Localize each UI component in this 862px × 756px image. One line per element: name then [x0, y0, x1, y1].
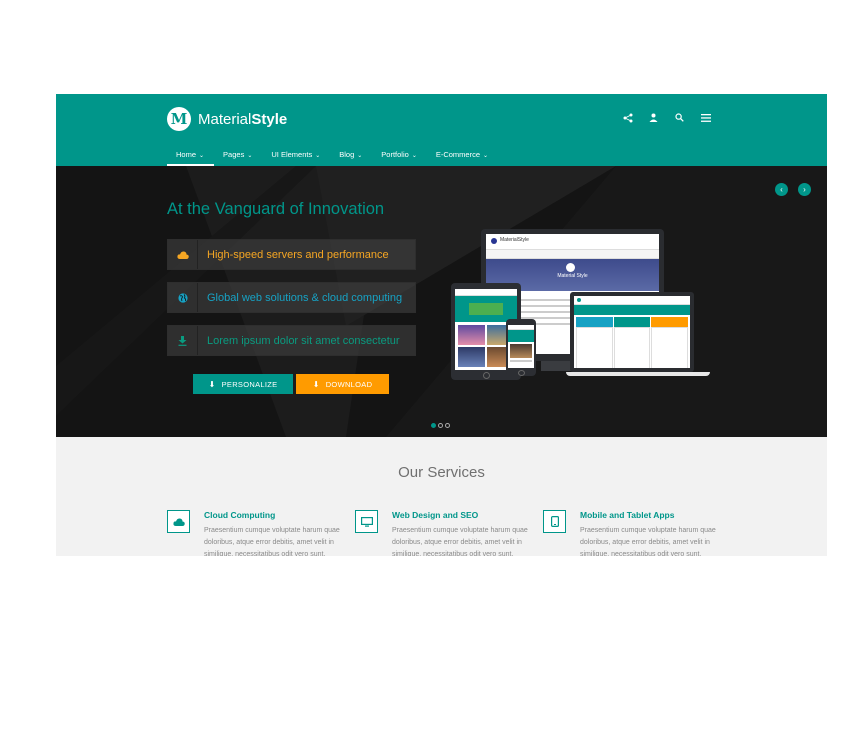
nav-item-home-label: Home [176, 150, 197, 159]
nav-item-blog-label: Blog [339, 150, 355, 159]
top-header: M MaterialStyle Home ⌄ Pages ⌄ UI Elements… [56, 94, 827, 166]
nav-item-portfolio[interactable]: Portfolio ⌄ [372, 146, 427, 164]
logo-badge: M [167, 107, 191, 131]
chevron-down-icon: ⌄ [483, 153, 489, 159]
slider-dots [431, 423, 450, 428]
download-icon [168, 326, 198, 355]
phone-mockup [506, 319, 536, 376]
services-title: Our Services [398, 464, 485, 481]
chevron-down-icon: ⌄ [199, 153, 205, 159]
personalize-button[interactable]: ⬇ PERSONALIZE [193, 374, 293, 394]
feature-lorem: Lorem ipsum dolor sit amet consectetur [167, 325, 416, 356]
logo[interactable]: M MaterialStyle [167, 107, 287, 131]
mock-hero-title: Material Style [557, 273, 588, 279]
feature-lorem-text: Lorem ipsum dolor sit amet consectetur [207, 334, 400, 347]
user-icon[interactable] [647, 111, 660, 124]
mock-brand: MaterialStyle [500, 237, 529, 243]
feature-global: Global web solutions & cloud computing [167, 282, 416, 313]
logo-text-bold: Style [251, 110, 288, 128]
logo-text: MaterialStyle [198, 111, 287, 128]
service-title[interactable]: Web Design and SEO [392, 510, 478, 520]
service-text: Praesentium cumque voluptate harum quae … [392, 527, 528, 556]
nav-item-blog[interactable]: Blog ⌄ [330, 146, 372, 164]
download-icon: ⬇ [208, 379, 216, 389]
nav-item-home[interactable]: Home ⌄ [167, 146, 215, 166]
slider-dot-3[interactable] [445, 423, 450, 428]
menu-icon[interactable] [699, 111, 712, 124]
header-icons [621, 111, 712, 124]
download-button[interactable]: ⬇ DOWNLOAD [296, 374, 389, 394]
nav-item-e-commerce-label: E-Commerce [435, 150, 481, 159]
chevron-down-icon: ⌄ [247, 153, 253, 159]
hero-slider: At the Vanguard of Innovation High-speed… [56, 166, 827, 437]
feature-servers: High-speed servers and performance [167, 239, 416, 270]
slider-dot-1[interactable] [431, 423, 436, 428]
download-icon: ⬇ [312, 379, 320, 389]
search-icon[interactable] [673, 111, 686, 124]
chevron-down-icon: ⌄ [315, 153, 321, 159]
nav-item-portfolio-label: Portfolio [381, 150, 409, 159]
nav-item-ui-elements[interactable]: UI Elements ⌄ [262, 146, 330, 164]
slider-next-button[interactable]: › [798, 183, 811, 196]
slider-prev-button[interactable]: ‹ [775, 183, 788, 196]
nav-item-pages[interactable]: Pages ⌄ [214, 146, 262, 164]
laptop-mockup [566, 292, 710, 378]
chevron-down-icon: ⌄ [357, 153, 363, 159]
hero-title: At the Vanguard of Innovation [167, 200, 385, 218]
service-title[interactable]: Mobile and Tablet Apps [580, 510, 674, 520]
nav-item-ui-elements-label: UI Elements [271, 150, 313, 159]
main-nav: Home ⌄ Pages ⌄ UI Elements ⌄ Blog ⌄ Portfoli… [167, 146, 498, 166]
feature-global-text: Global web solutions & cloud computing [207, 291, 403, 304]
cloud-icon [168, 240, 198, 269]
chevron-left-icon: ‹ [780, 185, 783, 194]
chevron-right-icon: › [803, 185, 806, 194]
feature-servers-text: High-speed servers and performance [207, 248, 389, 261]
cloud-icon [167, 510, 190, 533]
nav-item-e-commerce[interactable]: E-Commerce ⌄ [427, 146, 498, 164]
download-button-label: DOWNLOAD [325, 379, 373, 389]
chevron-down-icon: ⌄ [411, 153, 417, 159]
service-text: Praesentium cumque voluptate harum quae … [580, 527, 716, 556]
globe-icon [168, 283, 198, 312]
nav-item-pages-label: Pages [223, 150, 245, 159]
monitor-icon [355, 510, 378, 533]
website-screenshot: M MaterialStyle Home ⌄ Pages ⌄ UI Elements… [56, 94, 827, 556]
personalize-button-label: PERSONALIZE [221, 379, 278, 389]
service-title[interactable]: Cloud Computing [204, 510, 275, 520]
logo-text-light: Material [198, 110, 252, 128]
service-text: Praesentium cumque voluptate harum quae … [204, 527, 340, 556]
share-icon[interactable] [621, 111, 634, 124]
tablet-icon [543, 510, 566, 533]
slider-dot-2[interactable] [438, 423, 443, 428]
